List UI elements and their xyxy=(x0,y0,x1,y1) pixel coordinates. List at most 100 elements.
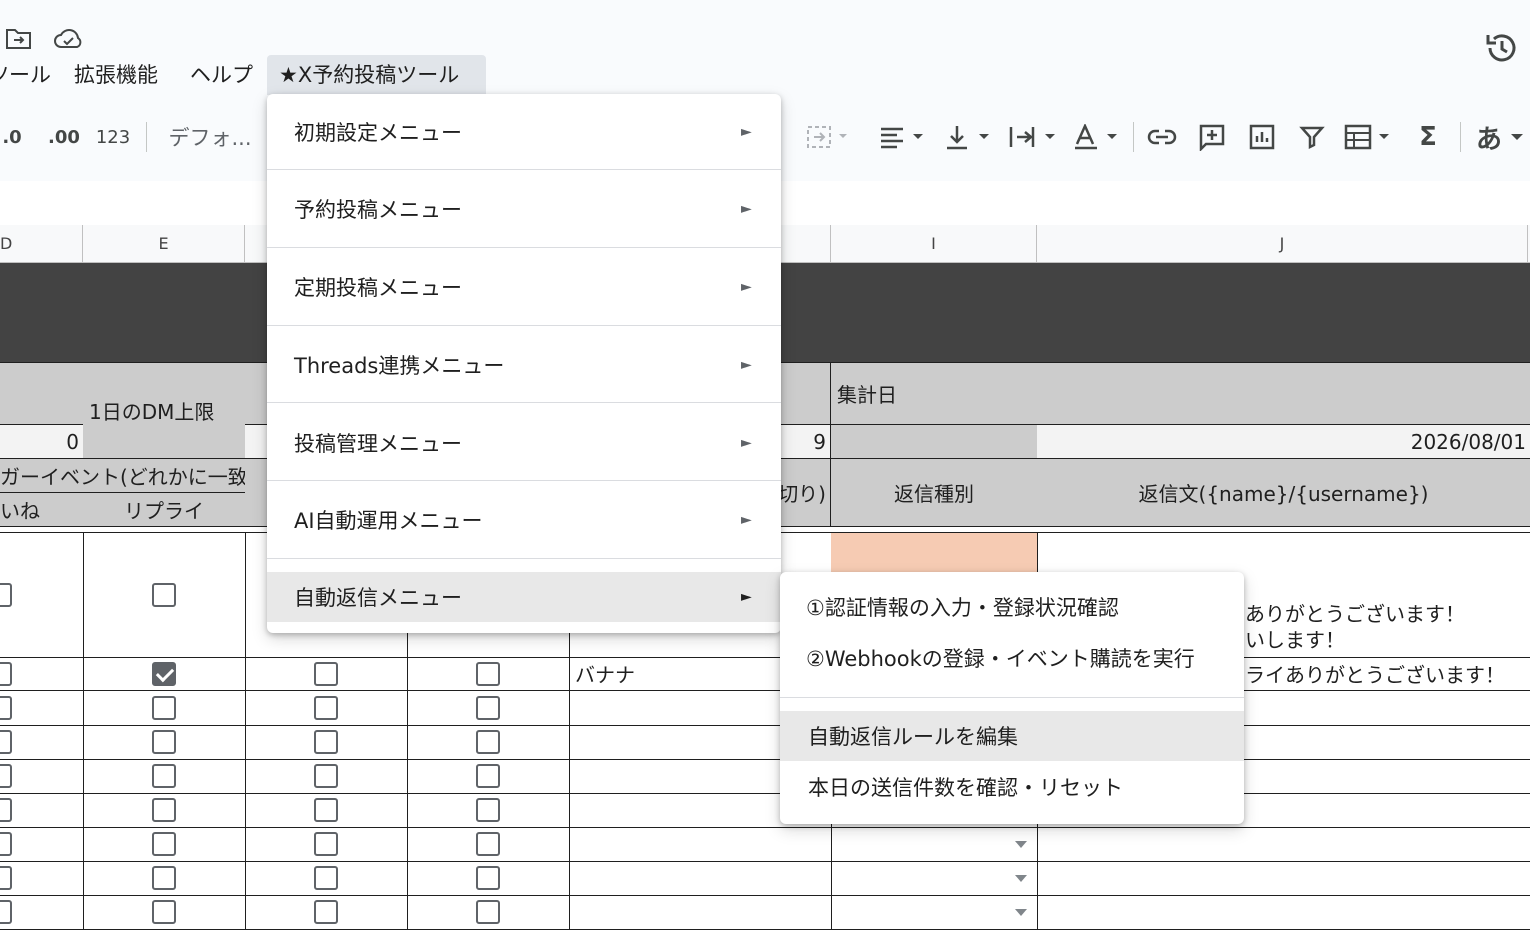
checkbox[interactable] xyxy=(0,583,12,607)
cell-reply-text-header[interactable]: 返信文({name}/{username}) xyxy=(1037,459,1530,527)
grid-cell[interactable] xyxy=(83,691,246,726)
grid-cell[interactable] xyxy=(569,861,832,896)
checkbox[interactable] xyxy=(476,661,500,686)
row2-f-cell[interactable] xyxy=(245,657,408,691)
grid-cell[interactable] xyxy=(245,793,408,828)
grid-cell[interactable] xyxy=(0,895,84,930)
checkbox[interactable] xyxy=(0,696,12,720)
grid-cell[interactable] xyxy=(407,759,570,794)
checkbox[interactable] xyxy=(152,798,176,822)
checkbox[interactable] xyxy=(314,696,338,720)
cell-reply-header[interactable]: リプライ xyxy=(83,493,246,527)
checkbox[interactable] xyxy=(0,661,12,686)
checkbox[interactable] xyxy=(152,730,176,754)
checkbox[interactable] xyxy=(476,764,500,788)
checkbox[interactable] xyxy=(476,900,500,924)
grid-cell[interactable] xyxy=(1037,861,1530,896)
grid-cell[interactable] xyxy=(407,861,570,896)
column-header-e[interactable]: E xyxy=(83,225,245,263)
checkbox[interactable] xyxy=(152,696,176,720)
checkbox[interactable] xyxy=(314,764,338,788)
checkbox[interactable] xyxy=(314,661,338,686)
checkbox[interactable] xyxy=(314,730,338,754)
grid-cell[interactable] xyxy=(0,759,84,794)
grid-cell[interactable] xyxy=(83,725,246,760)
input-tools-button[interactable]: あ xyxy=(1470,110,1530,164)
cell-like-header[interactable]: いね xyxy=(0,493,84,527)
grid-cell[interactable] xyxy=(245,759,408,794)
dropdown-arrow-icon[interactable] xyxy=(1015,841,1027,848)
grid-cell[interactable] xyxy=(407,827,570,862)
checkbox[interactable] xyxy=(476,866,500,890)
menu-extensions[interactable]: 拡張機能 xyxy=(62,55,170,95)
checkbox[interactable] xyxy=(476,832,500,856)
cell-i-under-date[interactable] xyxy=(831,425,1038,459)
grid-cell[interactable] xyxy=(83,861,246,896)
grid-cell[interactable] xyxy=(83,827,246,862)
checkbox[interactable] xyxy=(314,832,338,856)
filter-icon[interactable] xyxy=(1294,110,1330,164)
grid-cell[interactable] xyxy=(245,827,408,862)
checkbox[interactable] xyxy=(0,730,12,754)
table-icon[interactable] xyxy=(1340,110,1396,164)
increase-decimal-button[interactable]: .00 xyxy=(44,110,84,164)
menu-item-recurring-post[interactable]: 定期投稿メニュー ► xyxy=(267,248,781,326)
checkbox[interactable] xyxy=(476,730,500,754)
menu-item-initial-settings[interactable]: 初期設定メニュー ► xyxy=(267,94,781,170)
column-header-j[interactable]: J xyxy=(1037,225,1528,263)
menu-item-threads[interactable]: Threads連携メニュー ► xyxy=(267,326,781,404)
menu-help[interactable]: ヘルプ xyxy=(178,55,265,95)
checkbox[interactable] xyxy=(314,866,338,890)
checkbox[interactable] xyxy=(152,900,176,924)
grid-cell[interactable] xyxy=(1037,827,1530,862)
grid-cell[interactable] xyxy=(245,861,408,896)
checkbox[interactable] xyxy=(0,832,12,856)
submenu-item-edit-rules[interactable]: 自動返信ルールを編集 xyxy=(780,711,1244,761)
cell-d-label[interactable] xyxy=(0,363,84,425)
grid-cell[interactable] xyxy=(0,861,84,896)
column-header-d[interactable]: D xyxy=(0,225,83,263)
checkbox[interactable] xyxy=(476,696,500,720)
cell-summary-date-label[interactable]: 集計日 xyxy=(831,363,1530,425)
checkbox[interactable] xyxy=(314,798,338,822)
grid-cell[interactable] xyxy=(83,759,246,794)
merge-cells-icon[interactable] xyxy=(800,110,856,164)
checkbox[interactable] xyxy=(0,798,12,822)
checkbox[interactable] xyxy=(0,900,12,924)
insert-chart-icon[interactable] xyxy=(1244,110,1280,164)
insert-comment-icon[interactable] xyxy=(1194,110,1230,164)
grid-cell[interactable] xyxy=(245,895,408,930)
grid-cell[interactable] xyxy=(245,691,408,726)
dropdown-arrow-icon[interactable] xyxy=(1015,909,1027,916)
cell-summary-date-value[interactable]: 2026/08/01 xyxy=(1037,425,1530,459)
number-format-button[interactable]: 123 xyxy=(92,110,134,164)
horizontal-align-icon[interactable] xyxy=(874,110,930,164)
grid-cell[interactable] xyxy=(831,895,1038,930)
row1-reply-cell[interactable] xyxy=(83,533,246,658)
checkbox[interactable] xyxy=(152,764,176,788)
grid-cell[interactable] xyxy=(831,861,1038,896)
menu-tools[interactable]: ツール xyxy=(0,55,63,95)
grid-cell[interactable] xyxy=(407,793,570,828)
submenu-item-send-count[interactable]: 本日の送信件数を確認・リセット xyxy=(780,762,1244,812)
insert-link-icon[interactable] xyxy=(1144,110,1180,164)
grid-cell[interactable] xyxy=(407,691,570,726)
grid-cell[interactable] xyxy=(569,895,832,930)
checkbox[interactable] xyxy=(0,866,12,890)
text-wrapping-icon[interactable] xyxy=(1004,110,1060,164)
checkbox[interactable] xyxy=(152,866,176,890)
grid-cell[interactable] xyxy=(0,827,84,862)
menu-item-post-management[interactable]: 投稿管理メニュー ► xyxy=(267,404,781,482)
grid-cell[interactable] xyxy=(0,793,84,828)
grid-cell[interactable] xyxy=(407,895,570,930)
checkbox[interactable] xyxy=(476,798,500,822)
font-family-select[interactable]: デフォ... xyxy=(160,110,260,164)
grid-cell[interactable] xyxy=(569,827,832,862)
cell-reply-type-header[interactable]: 返信種別 xyxy=(831,459,1038,527)
menu-item-ai-automation[interactable]: AI自動運用メニュー ► xyxy=(267,482,781,558)
text-rotation-icon[interactable] xyxy=(1068,110,1124,164)
column-header-i[interactable]: I xyxy=(831,225,1037,263)
checkbox[interactable] xyxy=(152,583,176,607)
menu-x-scheduler-tool[interactable]: ★X予約投稿ツール xyxy=(267,55,486,95)
decrease-decimal-button[interactable]: .0 xyxy=(0,110,30,164)
